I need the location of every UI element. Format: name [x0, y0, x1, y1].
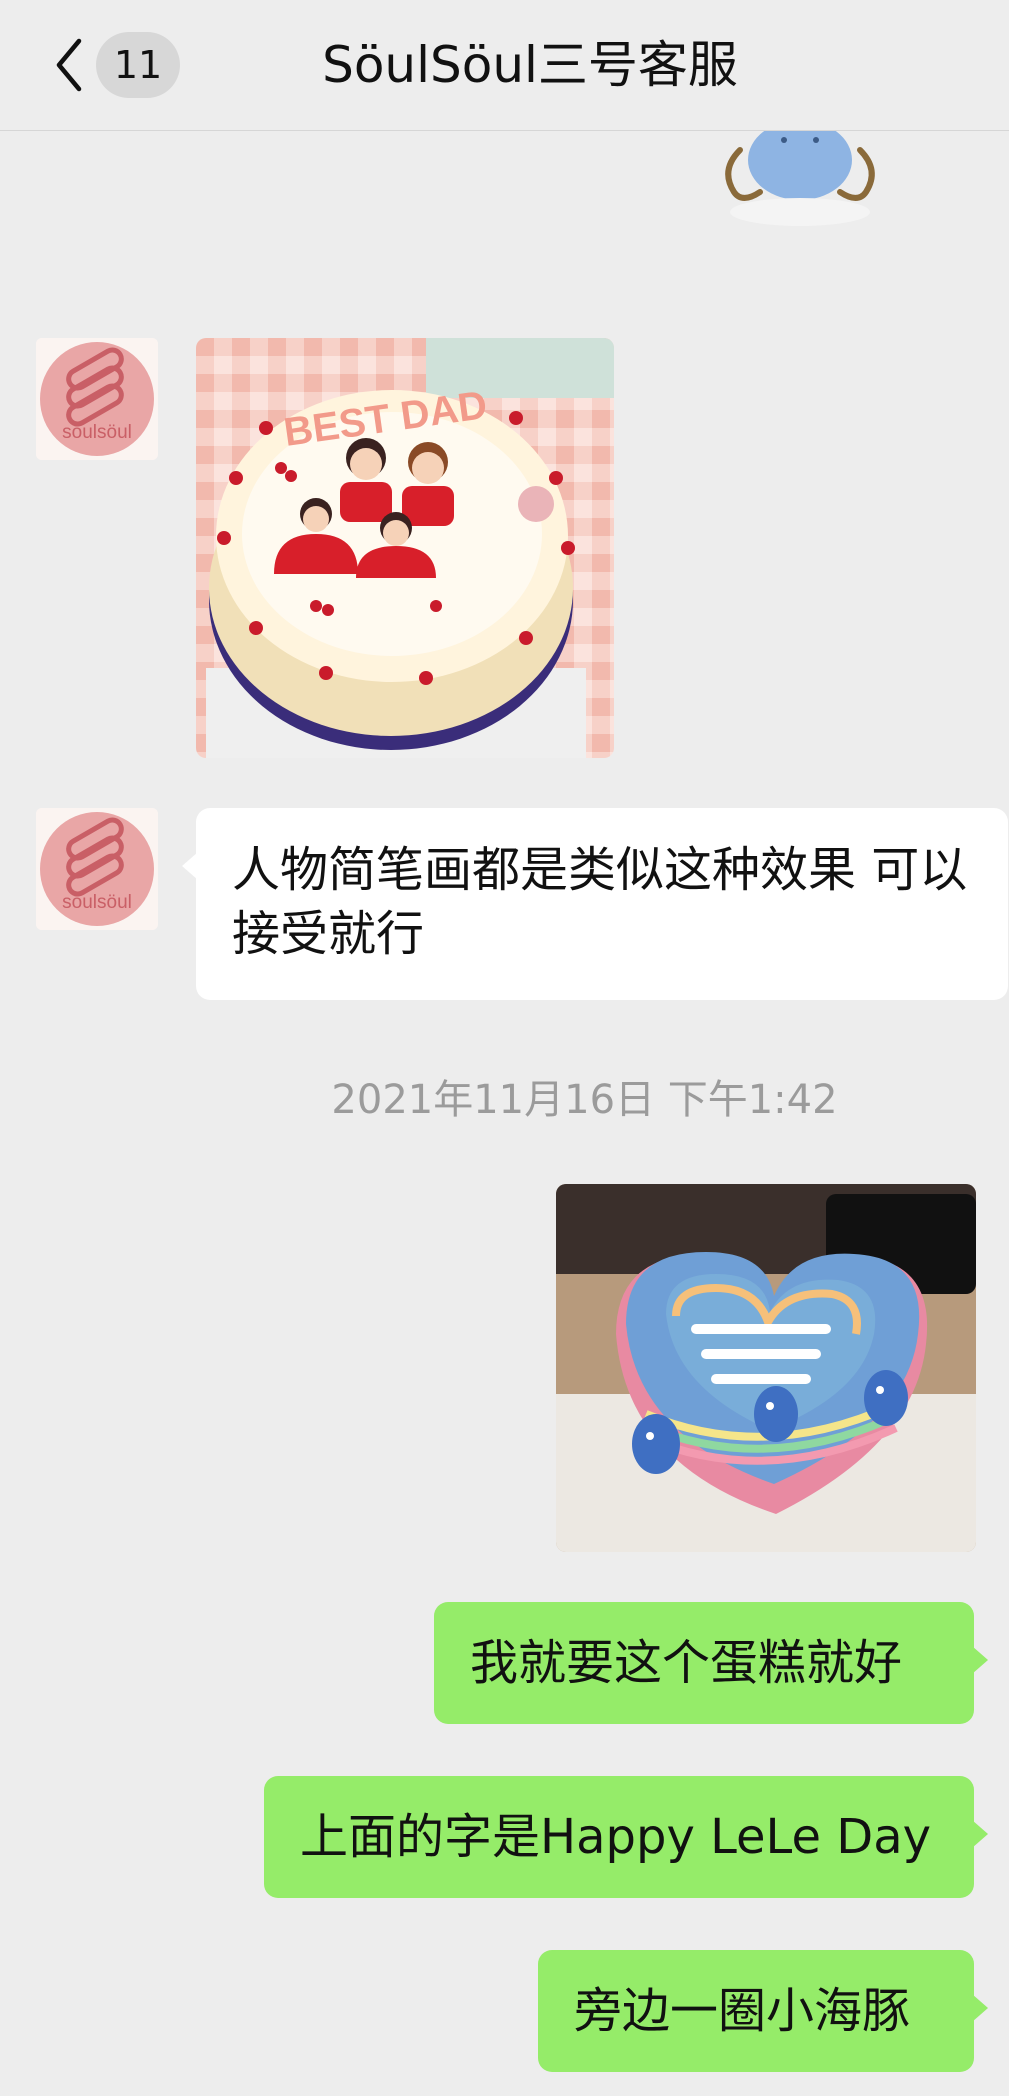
chat-header: 11 SöulSöul三号客服	[0, 0, 1009, 131]
chat-title: SöulSöul三号客服	[322, 36, 738, 94]
bubble-tail	[182, 852, 198, 880]
cake-photo-heart-dolphins-icon	[556, 1184, 976, 1552]
bubble-tail	[972, 1994, 988, 2022]
message-bubble-outgoing[interactable]: 旁边一圈小海豚	[538, 1950, 988, 2072]
message-bubble-incoming[interactable]: 人物简笔画都是类似这种效果 可以接受就行	[182, 808, 1008, 1000]
image-message-heart-dolphin-cake[interactable]	[556, 1184, 976, 1552]
image-message-best-dad-cake[interactable]: BEST DAD	[196, 338, 614, 758]
bubble-tail	[972, 1646, 988, 1674]
chat-screen: 11 SöulSöul三号客服 söulsöul BEST DAD söulsö…	[0, 0, 1009, 2096]
message-text: 人物简笔画都是类似这种效果 可以接受就行	[232, 842, 968, 962]
unread-count-badge[interactable]: 11	[96, 32, 180, 98]
cake-photo-best-dad-icon: BEST DAD	[196, 338, 614, 758]
message-text: 我就要这个蛋糕就好	[470, 1635, 903, 1691]
message-bubble-outgoing[interactable]: 上面的字是Happy LeLe Day	[264, 1776, 988, 1898]
message-text: 上面的字是Happy LeLe Day	[300, 1809, 932, 1865]
message-bubble-outgoing[interactable]: 我就要这个蛋糕就好	[434, 1602, 988, 1724]
soulsoul-logo-icon: söulsöul	[36, 808, 158, 930]
svg-text:söulsöul: söulsöul	[62, 422, 132, 443]
svg-text:söulsöul: söulsöul	[62, 892, 132, 913]
message-text: 旁边一圈小海豚	[574, 1983, 911, 2039]
soulsoul-logo-icon: söulsöul	[36, 338, 158, 460]
message-timestamp: 2021年11月16日 下午1:42	[331, 1077, 838, 1123]
contact-avatar[interactable]: söulsöul	[36, 338, 158, 460]
contact-avatar[interactable]: söulsöul	[36, 808, 158, 930]
chevron-left-icon	[56, 38, 82, 92]
back-button[interactable]	[44, 32, 94, 98]
bubble-tail	[972, 1820, 988, 1848]
